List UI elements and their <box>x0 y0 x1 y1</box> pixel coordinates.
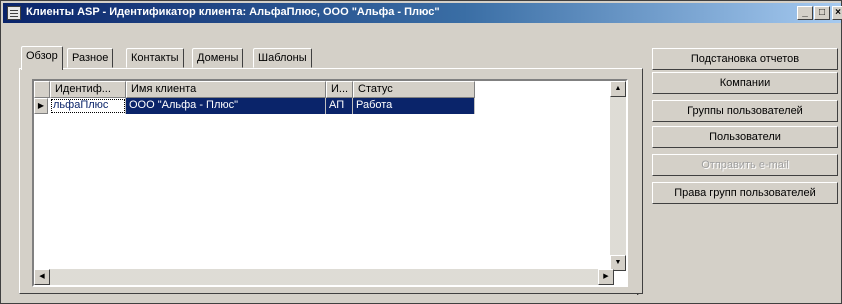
column-header-client-name[interactable]: Имя клиента <box>126 81 326 98</box>
clients-grid[interactable]: Идентиф... Имя клиента И... Статус ▶ льф… <box>32 79 628 287</box>
tab-overview[interactable]: Обзор <box>21 46 63 70</box>
cell-status[interactable]: Работа <box>353 98 475 114</box>
table-row[interactable]: ▶ льфаПлюс ООО "Альфа - Плюс" АП Работа <box>34 98 614 114</box>
column-header-id[interactable]: Идентиф... <box>50 81 126 98</box>
tab-contacts[interactable]: Контакты <box>126 48 184 68</box>
overview-panel: Идентиф... Имя клиента И... Статус ▶ льф… <box>19 68 643 294</box>
app-icon <box>7 6 21 20</box>
tab-domains[interactable]: Домены <box>192 48 244 68</box>
cell-code[interactable]: АП <box>326 98 353 114</box>
cell-client-name[interactable]: ООО "Альфа - Плюс" <box>126 98 326 114</box>
window-title: Клиенты ASP - Идентификатор клиента: Аль… <box>26 6 440 18</box>
title-bar[interactable]: Клиенты ASP - Идентификатор клиента: Аль… <box>3 3 842 23</box>
vertical-scrollbar[interactable]: ▲ ▼ <box>610 81 626 271</box>
report-substitution-button[interactable]: Подстановка отчетов <box>652 48 838 70</box>
row-indicator-icon[interactable]: ▶ <box>34 98 48 114</box>
row-header-corner <box>34 81 50 98</box>
tab-misc[interactable]: Разное <box>67 48 114 68</box>
clients-asp-window: Клиенты ASP - Идентификатор клиента: Аль… <box>0 0 842 304</box>
minimize-button[interactable]: _ <box>797 6 813 20</box>
users-button[interactable]: Пользователи <box>652 126 838 148</box>
maximize-button[interactable]: □ <box>814 6 830 20</box>
companies-button[interactable]: Компании <box>652 72 838 94</box>
column-header-status[interactable]: Статус <box>353 81 475 98</box>
close-button[interactable]: × <box>832 6 842 20</box>
group-permissions-button[interactable]: Права групп пользователей <box>652 182 838 204</box>
scroll-up-icon[interactable]: ▲ <box>610 81 626 97</box>
column-header-code[interactable]: И... <box>326 81 353 98</box>
horizontal-scrollbar[interactable]: ◀ ▶ <box>34 269 614 285</box>
tab-templates[interactable]: Шаблоны <box>253 48 312 68</box>
cell-id[interactable]: льфаПлюс <box>50 98 126 114</box>
scroll-left-icon[interactable]: ◀ <box>34 269 50 285</box>
user-groups-button[interactable]: Группы пользователей <box>652 100 838 122</box>
send-email-button[interactable]: Отправить e-mail <box>652 154 838 176</box>
scroll-right-icon[interactable]: ▶ <box>598 269 614 285</box>
